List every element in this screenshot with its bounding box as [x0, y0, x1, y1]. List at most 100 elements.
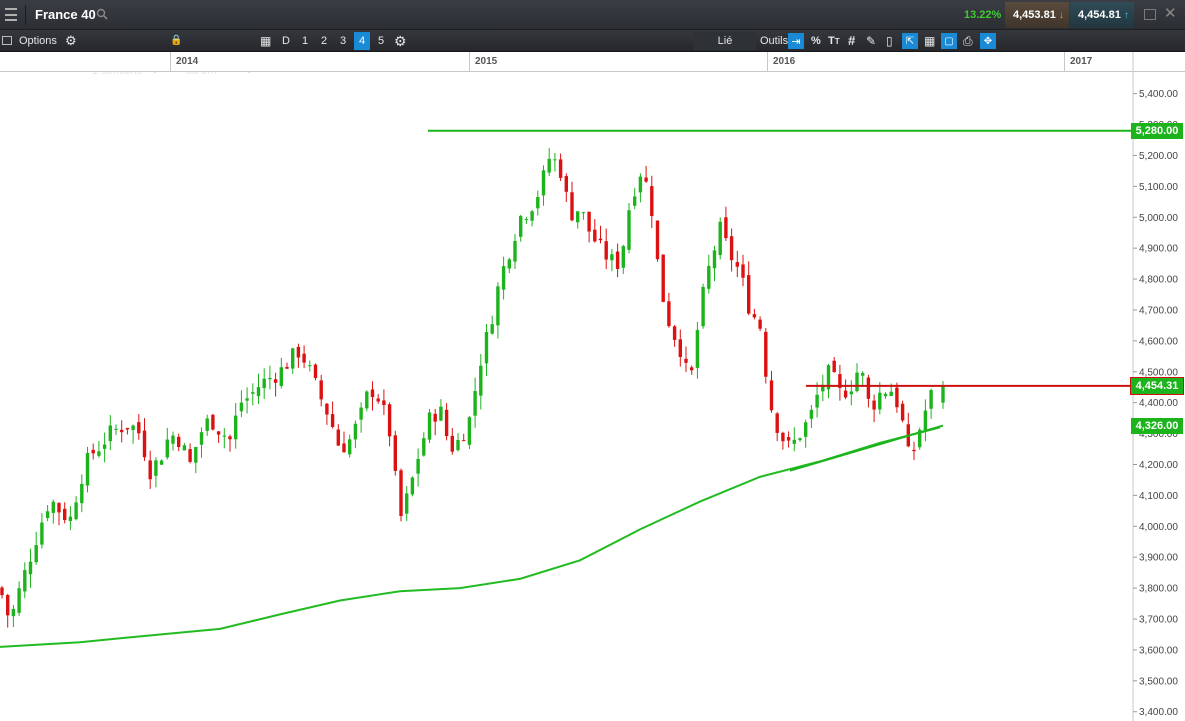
options-button[interactable]: Options — [19, 30, 57, 52]
candle-body — [40, 522, 44, 545]
candle-body — [941, 385, 945, 403]
arrow-down-icon: ↓ — [1058, 10, 1064, 21]
candle-body — [866, 377, 871, 399]
candle-body — [57, 503, 61, 513]
candle-body — [918, 429, 922, 448]
price-chart[interactable]: 3,400.00 3,500.00 3,600.00 3,700.00 3,800.00… — [0, 0, 1185, 721]
year-label: 2016 — [773, 56, 796, 67]
candle-body — [758, 319, 762, 329]
candle-body — [707, 265, 711, 289]
detach-window-icon[interactable] — [1144, 9, 1156, 20]
candle-body — [576, 211, 580, 223]
expand-icon[interactable]: ⇱ — [902, 33, 918, 49]
period-button-1[interactable]: 1 — [297, 32, 313, 50]
y-tick-label: 4,800.00 — [1139, 275, 1178, 286]
change-percent: 13.22% — [964, 9, 1002, 21]
candle-body — [598, 238, 603, 241]
candle-body — [889, 391, 893, 396]
candle-body — [895, 387, 899, 408]
settings-gear-icon[interactable]: ⚙ — [65, 30, 77, 52]
candle-body — [6, 595, 10, 616]
candle-body — [553, 159, 557, 161]
buy-price-box[interactable]: 4,454.81 ↑ — [1070, 2, 1134, 28]
highlight-icon[interactable]: ▢ — [941, 33, 957, 49]
candle-body — [507, 259, 511, 269]
candle-body — [900, 403, 905, 421]
arrow-up-icon: ↑ — [1123, 10, 1129, 21]
candle-body — [154, 460, 158, 476]
candle-body — [171, 435, 175, 444]
draw-tool-icon[interactable]: ✎ — [866, 30, 876, 52]
candle-body — [587, 211, 591, 232]
chart-toolbar: Options ⚙ 1 semaine ▼ 🔒 3a 9m ▼ ▦ D12345… — [0, 30, 1185, 77]
candle-body — [228, 436, 232, 440]
close-icon[interactable]: ✕ — [1164, 6, 1177, 22]
candle-body — [11, 608, 16, 617]
candle-body — [353, 423, 358, 440]
candle-body — [838, 374, 842, 388]
y-tick-label: 3,900.00 — [1139, 553, 1178, 564]
candle-body — [114, 428, 118, 430]
candle-body — [188, 449, 192, 462]
candle-body — [638, 176, 643, 193]
sell-price: 4,453.81 — [1013, 9, 1056, 21]
candle-body — [513, 240, 517, 262]
y-tick-label: 4,000.00 — [1139, 522, 1178, 533]
candlestick-icon[interactable]: ▯ — [886, 30, 893, 52]
period-button-4[interactable]: 4 — [354, 32, 370, 50]
candle-body — [769, 380, 774, 411]
candle-body — [370, 389, 375, 398]
grid-icon[interactable]: # — [848, 30, 855, 52]
candle-body — [684, 358, 688, 363]
print-icon[interactable]: ⎙ — [963, 30, 973, 52]
candle-body — [752, 314, 757, 318]
period-button-5[interactable]: 5 — [373, 32, 389, 50]
sell-price-box[interactable]: 4,453.81 ↓ — [1005, 2, 1069, 28]
bar-chart-icon[interactable]: ▦ — [924, 30, 935, 52]
candle-body — [678, 339, 682, 357]
settings-gear-icon[interactable]: ⚙ — [394, 30, 407, 52]
y-tick-label: 3,700.00 — [1139, 615, 1178, 626]
candle-body — [519, 216, 523, 237]
period-button-D[interactable]: D — [278, 32, 294, 50]
calendar-icon[interactable]: ▦ — [260, 30, 271, 52]
candle-body — [547, 158, 551, 173]
title-bar: France 40 13.22% 4,453.81 ↓ 4,454.81 ↑ ✕ — [0, 0, 1185, 30]
candle-body — [644, 177, 648, 182]
candle-body — [843, 390, 848, 398]
period-button-2[interactable]: 2 — [316, 32, 332, 50]
y-tick-label: 3,800.00 — [1139, 584, 1178, 595]
settings-tool-icon[interactable]: ✥ — [980, 33, 996, 49]
candle-body — [422, 438, 426, 456]
candle-body — [621, 246, 625, 268]
candle-body — [279, 367, 283, 387]
candle-body — [536, 196, 540, 209]
candle-body — [142, 430, 147, 458]
candle-body — [251, 392, 255, 394]
candle-body — [849, 391, 853, 395]
candle-body — [433, 413, 437, 422]
percent-icon[interactable]: % — [811, 30, 821, 52]
search-icon[interactable] — [96, 8, 108, 20]
lock-icon[interactable]: 🔒 — [170, 30, 182, 52]
moving-average-line — [0, 426, 941, 648]
year-label: 2014 — [176, 56, 199, 67]
axis-corner — [1133, 52, 1185, 72]
linked-button[interactable]: Lié — [694, 32, 756, 50]
price-level-tag: 5,280.00 — [1131, 122, 1183, 139]
hamburger-menu-icon[interactable] — [4, 8, 18, 21]
crosshair-cursor-icon[interactable]: ⇥ — [788, 33, 804, 49]
y-tick-label: 3,400.00 — [1139, 707, 1178, 718]
candle-body — [85, 452, 90, 486]
candle-body — [102, 444, 107, 449]
candle-body — [405, 493, 409, 514]
candle-body — [615, 251, 620, 269]
period-button-3[interactable]: 3 — [335, 32, 351, 50]
options-menu-icon[interactable] — [2, 36, 12, 45]
candle-body — [912, 449, 916, 452]
trend-line — [789, 424, 944, 472]
candle-body — [593, 229, 597, 242]
text-size-icon[interactable]: TT — [828, 30, 840, 53]
y-tick-label: 4,500.00 — [1139, 367, 1178, 378]
candle-body — [861, 372, 865, 376]
